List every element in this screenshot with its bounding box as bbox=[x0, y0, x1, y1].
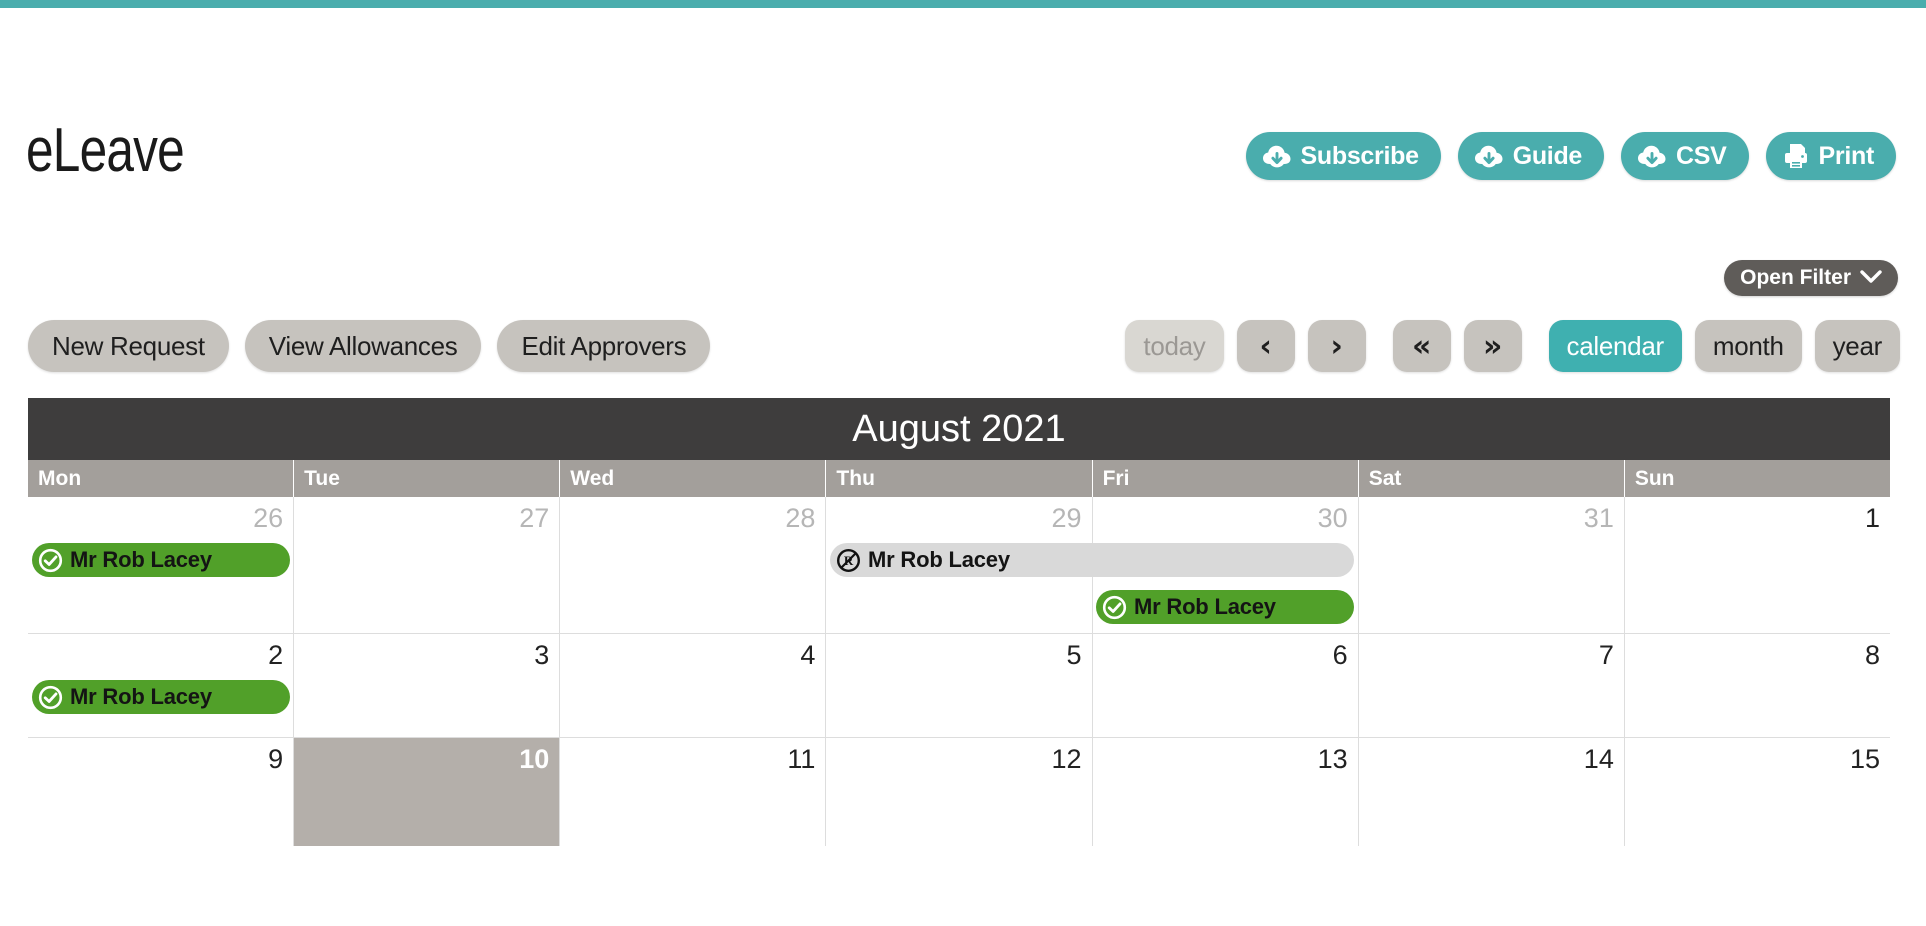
check-circle-icon bbox=[1102, 595, 1127, 620]
day-number: 12 bbox=[1051, 744, 1082, 774]
day-number: 11 bbox=[787, 744, 816, 774]
calendar: August 2021 Mon Tue Wed Thu Fri Sat Sun 26 27 28… bbox=[28, 398, 1890, 846]
page-root: eLeave Subscribe Guide CSV Print Open Filte… bbox=[0, 8, 1926, 926]
guide-button[interactable]: Guide bbox=[1457, 132, 1605, 180]
toolbar: New Request View Allowances Edit Approvers… bbox=[0, 320, 1926, 376]
calendar-event[interactable]: Mr Rob Lacey bbox=[1095, 590, 1354, 624]
event-label: Mr Rob Lacey bbox=[70, 684, 212, 709]
day-cell[interactable]: 7 bbox=[1357, 634, 1624, 737]
day-number: 7 bbox=[1598, 640, 1614, 670]
day-number: 4 bbox=[800, 640, 816, 670]
csv-button[interactable]: CSV bbox=[1621, 132, 1749, 180]
calendar-event[interactable]: Mr Rob Lacey bbox=[32, 680, 290, 714]
day-number: 8 bbox=[1864, 640, 1880, 670]
day-number: 15 bbox=[1849, 744, 1880, 774]
day-header-sun: Sun bbox=[1623, 460, 1890, 497]
day-cell[interactable]: 5 bbox=[825, 634, 1092, 737]
next-button[interactable]: › bbox=[1307, 320, 1366, 372]
new-request-button[interactable]: New Request bbox=[28, 320, 229, 372]
day-cell[interactable]: 11 bbox=[559, 738, 826, 846]
day-header-sat: Sat bbox=[1357, 460, 1624, 497]
day-cell[interactable]: 9 bbox=[28, 738, 294, 846]
day-cell[interactable]: 31 bbox=[1357, 497, 1624, 633]
calendar-week: 9 10 11 12 13 14 15 bbox=[28, 738, 1890, 846]
view-calendar-button[interactable]: calendar bbox=[1548, 320, 1682, 372]
cloud-download-icon bbox=[1262, 143, 1292, 169]
calendar-week: 2 3 4 5 6 7 8 Mr Rob Lacey bbox=[28, 634, 1890, 738]
calendar-event[interactable]: R Mr Rob Lacey bbox=[830, 543, 1354, 577]
calendar-title: August 2021 bbox=[28, 398, 1890, 460]
cloud-download-icon bbox=[1637, 143, 1667, 169]
day-number: 9 bbox=[268, 744, 284, 774]
day-number: 2 bbox=[268, 640, 284, 670]
day-cell[interactable]: 1 bbox=[1623, 497, 1890, 633]
view-allowances-button[interactable]: View Allowances bbox=[244, 320, 482, 372]
day-cell[interactable]: 27 bbox=[293, 497, 560, 633]
day-number: 3 bbox=[534, 640, 550, 670]
day-number: 26 bbox=[253, 503, 284, 533]
button-label: Subscribe bbox=[1300, 141, 1419, 170]
edit-approvers-button[interactable]: Edit Approvers bbox=[497, 320, 711, 372]
day-cell[interactable]: 28 bbox=[559, 497, 826, 633]
cloud-download-icon bbox=[1474, 143, 1504, 169]
day-cell[interactable]: 15 bbox=[1623, 738, 1890, 846]
day-cell[interactable]: 3 bbox=[293, 634, 560, 737]
day-cell[interactable]: 6 bbox=[1091, 634, 1358, 737]
check-circle-icon bbox=[38, 685, 63, 710]
page-header: eLeave Subscribe Guide CSV Print bbox=[0, 8, 1926, 208]
calendar-event[interactable]: Mr Rob Lacey bbox=[32, 543, 290, 577]
day-number: 28 bbox=[785, 503, 816, 533]
toolbar-navigation: today ‹ › «» calendar month year bbox=[1125, 320, 1900, 372]
open-filter-label: Open Filter bbox=[1740, 266, 1851, 289]
day-cell[interactable]: 13 bbox=[1091, 738, 1358, 846]
calendar-body: 2627282930311Mr Rob LaceyRMr Rob LaceyMr… bbox=[28, 497, 1890, 846]
prev-button[interactable]: ‹ bbox=[1236, 320, 1295, 372]
subscribe-button[interactable]: Subscribe bbox=[1245, 132, 1441, 180]
header-actions: Subscribe Guide CSV Print bbox=[1245, 132, 1896, 180]
day-number: 27 bbox=[519, 503, 550, 533]
day-cell[interactable]: 12 bbox=[825, 738, 1092, 846]
day-number: 13 bbox=[1317, 744, 1348, 774]
day-header-mon: Mon bbox=[38, 467, 82, 490]
day-number: 1 bbox=[1864, 503, 1880, 533]
day-number: 10 bbox=[519, 744, 550, 774]
day-number: 6 bbox=[1332, 640, 1348, 670]
prev-fast-button[interactable]: « bbox=[1392, 320, 1451, 372]
open-filter-button[interactable]: Open Filter bbox=[1724, 260, 1898, 296]
app-logo: eLeave bbox=[26, 116, 185, 185]
view-month-button[interactable]: month bbox=[1694, 320, 1802, 372]
day-number: 30 bbox=[1317, 503, 1348, 533]
next-fast-button[interactable]: » bbox=[1463, 320, 1522, 372]
event-label: Mr Rob Lacey bbox=[868, 547, 1010, 572]
calendar-week: 26 27 28 29 30 31 1 Mr Rob Lacey R Mr Rob Lacey Mr… bbox=[28, 497, 1890, 634]
day-cell[interactable]: 8 bbox=[1623, 634, 1890, 737]
day-cell[interactable]: 4 bbox=[559, 634, 826, 737]
day-number: 14 bbox=[1583, 744, 1614, 774]
rejected-circle-icon: R bbox=[836, 548, 861, 573]
button-label: CSV bbox=[1676, 141, 1727, 170]
print-button[interactable]: Print bbox=[1765, 132, 1896, 180]
top-accent-bar bbox=[0, 0, 1926, 8]
day-header-tue: Tue bbox=[293, 460, 559, 497]
button-label: Guide bbox=[1512, 141, 1583, 170]
event-label: Mr Rob Lacey bbox=[70, 547, 212, 572]
filter-row: Open Filter bbox=[1724, 260, 1898, 296]
event-label: Mr Rob Lacey bbox=[1133, 594, 1276, 619]
day-header-thu: Thu bbox=[825, 460, 1091, 497]
view-year-button[interactable]: year bbox=[1814, 320, 1900, 372]
calendar-day-header: Mon Tue Wed Thu Fri Sat Sun bbox=[28, 460, 1890, 497]
check-circle-icon bbox=[38, 548, 63, 573]
day-number: 31 bbox=[1583, 503, 1614, 533]
toolbar-actions: New Request View Allowances Edit Approvers bbox=[28, 320, 711, 372]
day-number: 29 bbox=[1051, 503, 1082, 533]
day-header-wed: Wed bbox=[559, 460, 825, 497]
chevron-down-icon bbox=[1860, 266, 1882, 290]
today-button: today bbox=[1125, 320, 1224, 372]
day-number: 5 bbox=[1066, 640, 1082, 670]
day-cell[interactable]: 10 bbox=[293, 738, 560, 846]
day-cell[interactable]: 14 bbox=[1357, 738, 1624, 846]
button-label: Print bbox=[1818, 141, 1875, 170]
day-header-fri: Fri bbox=[1091, 460, 1358, 497]
printer-icon bbox=[1782, 142, 1810, 170]
